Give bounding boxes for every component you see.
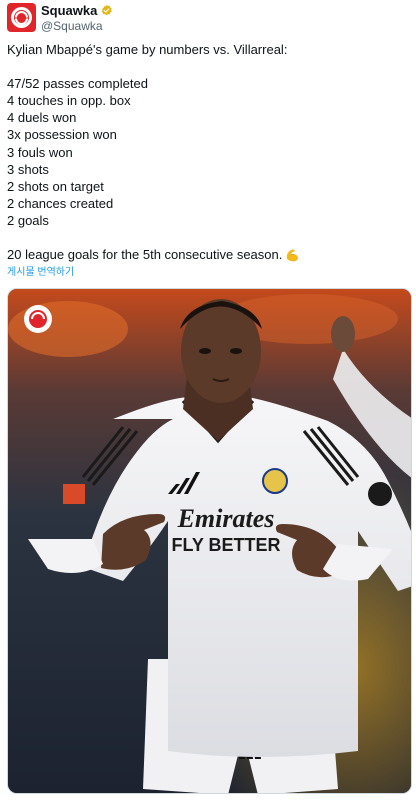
tweet-line: 3 shots [7,161,49,177]
tweet-header: Squawka @Squawka [7,3,409,33]
player-photo: Emirates FLY BETTER [8,289,411,793]
tweet-line-text: 20 league goals for the 5th consecutive … [7,247,283,263]
account-handle[interactable]: @Squawka [41,19,113,33]
translate-post-link[interactable]: 게시물 번역하기 [7,266,74,280]
jersey-sponsor-subtext: FLY BETTER [171,535,280,555]
tweet-line: 2 goals [7,212,49,228]
tweet-line: 3x possession won [7,127,117,143]
tweet-line: 4 duels won [7,110,77,126]
tweet-line: 4 touches in opp. box [7,93,131,109]
tweet-line: Kylian Mbappé's game by numbers vs. Vill… [7,42,288,57]
squawka-logo-icon [11,7,32,28]
squawka-avatar[interactable] [7,3,36,32]
tweet-line: 3 fouls won [7,144,73,160]
jersey-sponsor-text: Emirates [177,504,275,533]
tweet-line: 2 shots on target [7,178,104,194]
tweet-line-last: 20 league goals for the 5th consecutive … [7,246,409,263]
flexed-biceps-icon [287,249,299,262]
verified-badge-icon [101,4,113,16]
tweet-line: 47/52 passes completed [7,76,148,92]
tweet-line: 2 chances created [7,195,114,211]
tweet-text: Kylian Mbappé's game by numbers vs. Vill… [7,41,409,263]
display-name[interactable]: Squawka [41,3,97,18]
tweet-media-photo[interactable]: Emirates FLY BETTER [7,288,412,794]
